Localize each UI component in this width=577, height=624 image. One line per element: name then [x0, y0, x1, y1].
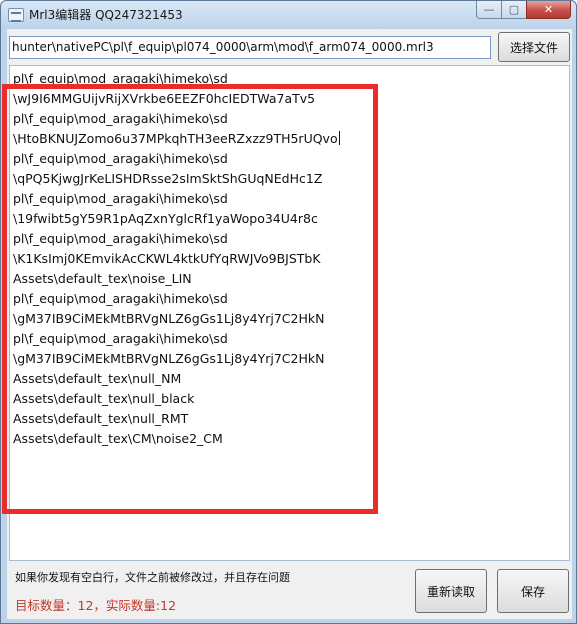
save-button[interactable]: 保存 — [497, 569, 569, 613]
maximize-icon: ▢ — [508, 3, 520, 16]
editor-line: \19fwibt5gY59R1pAqZxnYglcRf1yaWopo34U4r8… — [13, 211, 318, 226]
editor-line: Assets\default_tex\null_RMT — [13, 411, 189, 426]
editor-line: \wJ9I6MMGUijvRijXVrkbe6EEZF0hcIEDTWa7aTv… — [13, 91, 316, 106]
maximize-button[interactable]: ▢ — [501, 1, 527, 19]
app-icon — [8, 8, 24, 22]
editor-line: \gM37IB9CiMEkMtBRVgNLZ6gGs1Lj8y4Yrj7C2Hk… — [13, 351, 325, 366]
close-icon: ✕ — [543, 3, 554, 16]
editor-line: pl\f_equip\mod_aragaki\himeko\sd — [13, 151, 228, 166]
blank-line-warning: 如果你发现有空白行，文件之前被修改过，并且存在问题 — [15, 571, 290, 584]
choose-file-button[interactable]: 选择文件 — [498, 32, 570, 62]
editor-lines: pl\f_equip\mod_aragaki\himeko\sd \wJ9I6MM… — [13, 69, 340, 449]
file-path-text: hunter\nativePC\pl\f_equip\pl074_0000\ar… — [12, 40, 434, 54]
minimize-button[interactable]: — — [476, 1, 502, 19]
file-path-input[interactable]: hunter\nativePC\pl\f_equip\pl074_0000\ar… — [9, 36, 491, 59]
editor-line: Assets\default_tex\null_NM — [13, 371, 182, 386]
text-caret — [338, 131, 340, 145]
editor-line: \qPQ5KjwgJrKeLISHDRsse2sImSktShGUqNEdHc1… — [13, 171, 323, 186]
client-area: hunter\nativePC\pl\f_equip\pl074_0000\ar… — [2, 29, 572, 619]
editor-line: Assets\default_tex\noise_LIN — [13, 271, 192, 286]
minimize-icon: — — [483, 3, 495, 16]
reload-button[interactable]: 重新读取 — [415, 569, 487, 613]
editor-line: Assets\default_tex\CM\noise2_CM — [13, 431, 223, 446]
mrl3-text-editor[interactable]: pl\f_equip\mod_aragaki\himeko\sd \wJ9I6MM… — [9, 65, 570, 561]
editor-line: Assets\default_tex\null_black — [13, 391, 195, 406]
editor-line: pl\f_equip\mod_aragaki\himeko\sd — [13, 291, 228, 306]
editor-line: pl\f_equip\mod_aragaki\himeko\sd — [13, 231, 228, 246]
editor-line: \gM37IB9CiMEkMtBRVgNLZ6gGs1Lj8y4Yrj7C2Hk… — [13, 311, 325, 326]
editor-line: \K1KsImj0KEmvikAcCKWL4ktkUfYqRWJVo9BJSTb… — [13, 251, 321, 266]
window-title: Mrl3编辑器 QQ247321453 — [29, 8, 183, 22]
editor-line: pl\f_equip\mod_aragaki\himeko\sd — [13, 111, 228, 126]
close-button[interactable]: ✕ — [526, 1, 571, 19]
editor-line: pl\f_equip\mod_aragaki\himeko\sd — [13, 331, 228, 346]
count-status: 目标数量：12，实际数量:12 — [15, 598, 177, 613]
app-window: Mrl3编辑器 QQ247321453 — ▢ ✕ hunter\nativeP… — [0, 0, 577, 624]
editor-line: pl\f_equip\mod_aragaki\himeko\sd — [13, 71, 228, 86]
editor-line: pl\f_equip\mod_aragaki\himeko\sd — [13, 191, 228, 206]
title-bar[interactable]: Mrl3编辑器 QQ247321453 — ▢ ✕ — [1, 1, 576, 29]
editor-line: \HtoBKNUJZomo6u37MPkqhTH3eeRZxzz9TH5rUQv… — [13, 131, 340, 146]
